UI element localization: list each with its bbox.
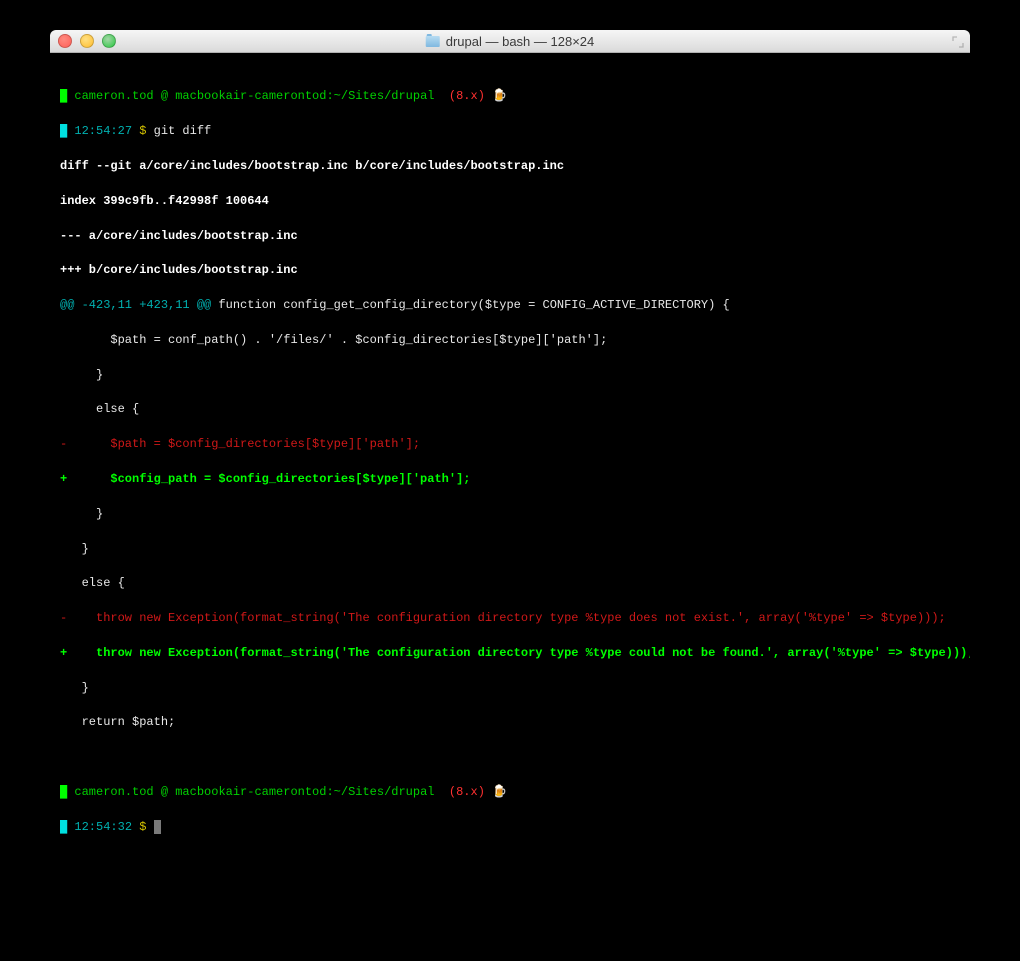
diff-context: else { [60, 401, 960, 418]
title-text: drupal — bash — 128×24 [446, 34, 595, 49]
prompt-host-path: macbookair-camerontod:~/Sites/drupal [175, 89, 434, 103]
traffic-lights [58, 34, 116, 48]
prompt-indicator-icon: █ [60, 89, 74, 103]
diff-context: else { [60, 575, 960, 592]
diff-deletion: - throw new Exception(format_string('The… [60, 610, 960, 627]
close-icon[interactable] [58, 34, 72, 48]
diff-header: diff --git a/core/includes/bootstrap.inc… [60, 158, 960, 175]
diff-index: index 399c9fb..f42998f 100644 [60, 193, 960, 210]
prompt-indicator-icon: █ [60, 785, 74, 799]
prompt-branch: (8.x) [434, 89, 484, 103]
prompt-line-2: █ 12:54:32 $ [60, 819, 960, 836]
prompt-line-1: █ cameron.tod @ macbookair-camerontod:~/… [60, 784, 960, 801]
diff-addition: + throw new Exception(format_string('The… [60, 645, 960, 662]
folder-icon [426, 36, 440, 47]
diff-context: } [60, 506, 960, 523]
diff-context: $path = conf_path() . '/files/' . $confi… [60, 332, 960, 349]
diff-deletion: - $path = $config_directories[$type]['pa… [60, 436, 960, 453]
terminal-window: drupal — bash — 128×24 █ cameron.tod @ m… [50, 30, 970, 931]
beer-icon: 🍺 [485, 785, 507, 799]
diff-addition: + $config_path = $config_directories[$ty… [60, 471, 960, 488]
terminal-body[interactable]: █ cameron.tod @ macbookair-camerontod:~/… [50, 53, 970, 931]
diff-context: return $path; [60, 714, 960, 731]
diff-hunk: @@ -423,11 +423,11 @@ function config_ge… [60, 297, 960, 314]
diff-context: } [60, 541, 960, 558]
fullscreen-icon[interactable] [952, 35, 964, 47]
zoom-icon[interactable] [102, 34, 116, 48]
prompt-line-2: █ 12:54:27 $ git diff [60, 123, 960, 140]
diff-context: } [60, 367, 960, 384]
titlebar[interactable]: drupal — bash — 128×24 [50, 30, 970, 53]
prompt-time: 12:54:27 [74, 124, 132, 138]
prompt-indicator-icon: █ [60, 124, 74, 138]
window-title: drupal — bash — 128×24 [426, 34, 595, 49]
minimize-icon[interactable] [80, 34, 94, 48]
prompt-branch: (8.x) [434, 785, 484, 799]
diff-plus-file: +++ b/core/includes/bootstrap.inc [60, 262, 960, 279]
prompt-host-path: macbookair-camerontod:~/Sites/drupal [175, 785, 434, 799]
beer-icon: 🍺 [485, 89, 507, 103]
cursor [154, 820, 161, 834]
diff-minus-file: --- a/core/includes/bootstrap.inc [60, 228, 960, 245]
prompt-user: cameron.tod [74, 89, 153, 103]
prompt-time: 12:54:32 [74, 820, 132, 834]
diff-context: } [60, 680, 960, 697]
blank-line [60, 749, 960, 766]
prompt-line-1: █ cameron.tod @ macbookair-camerontod:~/… [60, 88, 960, 105]
prompt-user: cameron.tod [74, 785, 153, 799]
prompt-indicator-icon: █ [60, 820, 74, 834]
command-text: git diff [154, 124, 212, 138]
